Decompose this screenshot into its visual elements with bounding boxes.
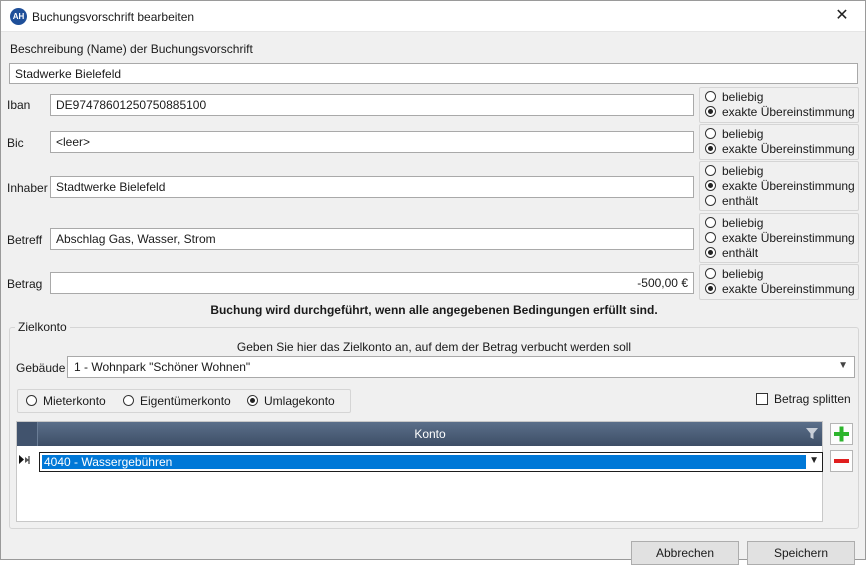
betrag-option-exakt[interactable]: exakte Übereinstimmung (705, 282, 855, 297)
bic-option-exakt[interactable]: exakte Übereinstimmung (705, 142, 855, 157)
grid-column-konto[interactable]: Konto (38, 427, 822, 441)
betrag-input[interactable]: -500,00 € (50, 272, 694, 294)
radio-button-checked-icon[interactable] (705, 283, 716, 294)
radio-button-checked-icon[interactable] (247, 395, 258, 406)
betreff-option-exakt[interactable]: exakte Übereinstimmung (705, 231, 855, 246)
inhaber-option-beliebig[interactable]: beliebig (705, 164, 763, 179)
close-button[interactable]: ✕ (819, 1, 865, 31)
radio-button-icon[interactable] (705, 165, 716, 176)
iban-label: Iban (7, 98, 31, 112)
table-row[interactable]: 4040 - Wassergebühren ▼ (39, 452, 823, 472)
current-row-indicator-icon (19, 455, 30, 464)
radio-button-icon[interactable] (705, 128, 716, 139)
bic-option-beliebig[interactable]: beliebig (705, 127, 763, 142)
save-button[interactable]: Speichern (747, 541, 855, 565)
radio-button-icon[interactable] (123, 395, 134, 406)
radio-button-icon[interactable] (705, 195, 716, 206)
inhaber-option-enthaelt[interactable]: enthält (705, 194, 758, 209)
betrag-label: Betrag (7, 277, 43, 291)
radio-button-icon[interactable] (705, 232, 716, 243)
inhaber-option-exakt[interactable]: exakte Übereinstimmung (705, 179, 855, 194)
radio-button-icon[interactable] (26, 395, 37, 406)
window-title: Buchungsvorschrift bearbeiten (32, 10, 195, 24)
betreff-match-options: beliebig exakte Übereinstimmung enthält (699, 213, 859, 263)
account-type-options: Mieterkonto Eigentümerkonto Umlagekonto (17, 389, 351, 413)
radio-button-checked-icon[interactable] (705, 143, 716, 154)
radio-button-icon[interactable] (705, 91, 716, 102)
bic-label: Bic (7, 136, 24, 150)
betreff-option-enthaelt[interactable]: enthält (705, 246, 758, 261)
grid-row-header-corner (17, 422, 38, 446)
radio-button-checked-icon[interactable] (705, 180, 716, 191)
filter-icon[interactable] (806, 428, 818, 440)
iban-match-options: beliebig exakte Übereinstimmung (699, 87, 859, 123)
plus-icon (834, 426, 849, 442)
remove-row-button[interactable] (830, 450, 853, 472)
chevron-down-icon[interactable]: ▼ (838, 360, 848, 371)
zielkonto-hint: Geben Sie hier das Zielkonto an, auf dem… (236, 340, 632, 354)
radio-button-icon[interactable] (705, 268, 716, 279)
zielkonto-group-title: Zielkonto (15, 320, 70, 334)
betrag-option-beliebig[interactable]: beliebig (705, 267, 763, 282)
radio-button-checked-icon[interactable] (705, 247, 716, 258)
account-type-eigentuemerkonto[interactable]: Eigentümerkonto (123, 394, 231, 409)
iban-input[interactable]: DE97478601250750885100 (50, 94, 694, 116)
add-row-button[interactable] (830, 423, 853, 445)
betreff-input[interactable]: Abschlag Gas, Wasser, Strom (50, 228, 694, 250)
description-label: Beschreibung (Name) der Buchungsvorschri… (10, 42, 253, 56)
inhaber-input[interactable]: Stadtwerke Bielefeld (50, 176, 694, 198)
split-amount-label: Betrag splitten (774, 392, 851, 406)
inhaber-match-options: beliebig exakte Übereinstimmung enthält (699, 161, 859, 211)
iban-option-beliebig[interactable]: beliebig (705, 90, 763, 105)
radio-button-icon[interactable] (705, 217, 716, 228)
account-type-mieterkonto[interactable]: Mieterkonto (26, 394, 106, 409)
conditions-info-text: Buchung wird durchgeführt, wenn alle ang… (210, 303, 658, 317)
title-bar: AH Buchungsvorschrift bearbeiten ✕ (1, 1, 865, 32)
split-amount-checkbox[interactable]: Betrag splitten (756, 392, 851, 406)
bic-match-options: beliebig exakte Übereinstimmung (699, 124, 859, 160)
betrag-match-options: beliebig exakte Übereinstimmung (699, 264, 859, 300)
account-type-umlagekonto[interactable]: Umlagekonto (247, 394, 335, 409)
bic-input[interactable]: <leer> (50, 131, 694, 153)
konto-cell-value[interactable]: 4040 - Wassergebühren (42, 455, 806, 469)
iban-option-exakt[interactable]: exakte Übereinstimmung (705, 105, 855, 120)
chevron-down-icon[interactable]: ▼ (809, 455, 819, 466)
account-grid: Konto 4040 - Wassergebühren ▼ (16, 421, 823, 522)
betreff-option-beliebig[interactable]: beliebig (705, 216, 763, 231)
gebaeude-label: Gebäude (16, 361, 66, 375)
dialog-window: AH Buchungsvorschrift bearbeiten ✕ Besch… (0, 0, 866, 565)
checkbox-icon[interactable] (756, 393, 768, 405)
gebaeude-select[interactable]: 1 - Wohnpark "Schöner Wohnen" ▼ (67, 356, 855, 378)
cancel-button[interactable]: Abbrechen (631, 541, 739, 565)
radio-button-checked-icon[interactable] (705, 106, 716, 117)
description-input[interactable]: Stadwerke Bielefeld (9, 63, 858, 84)
inhaber-label: Inhaber (7, 181, 48, 195)
gebaeude-select-value: 1 - Wohnpark "Schöner Wohnen" (74, 360, 251, 374)
app-logo-icon: AH (10, 8, 27, 25)
betreff-label: Betreff (7, 233, 43, 247)
minus-icon (834, 459, 849, 463)
grid-header: Konto (17, 422, 822, 446)
